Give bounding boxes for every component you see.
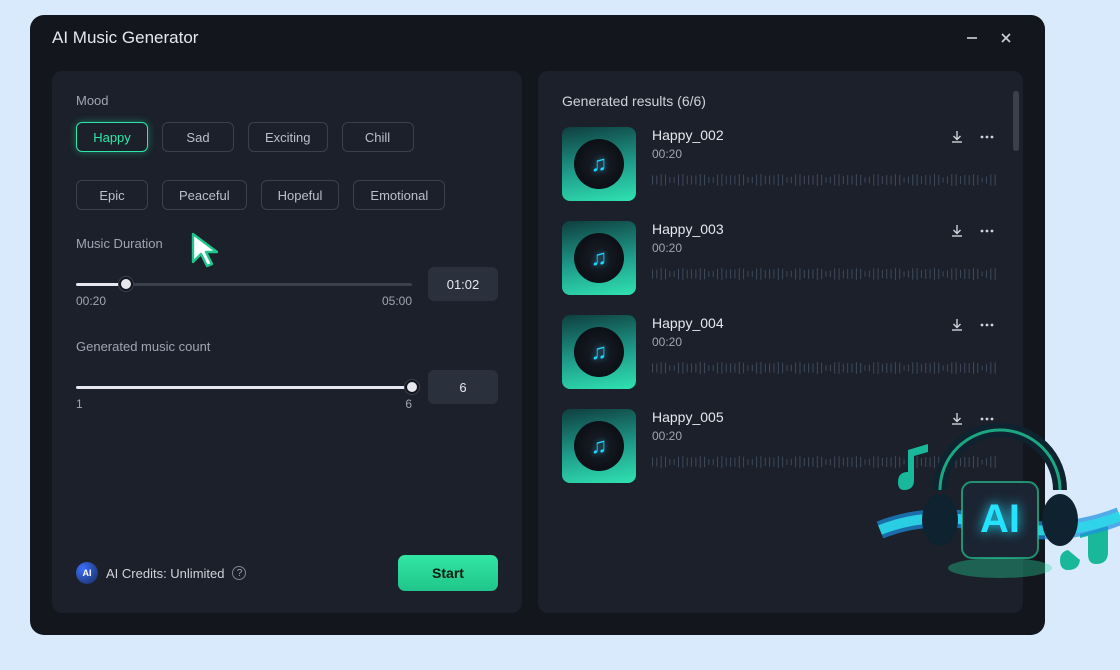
title-bar: AI Music Generator	[30, 15, 1045, 61]
more-icon[interactable]	[979, 129, 995, 145]
download-icon[interactable]	[949, 129, 965, 145]
results-header: Generated results (6/6)	[562, 93, 999, 109]
track-waveform[interactable]	[652, 261, 999, 287]
count-value: 6	[428, 370, 498, 404]
app-window: AI Music Generator Mood Happy Sad Exciting…	[30, 15, 1045, 635]
mood-options: Happy Sad Exciting Chill Epic Peaceful Hopeful…	[76, 122, 498, 210]
track-duration: 00:20	[652, 241, 999, 255]
count-max-label: 6	[405, 397, 412, 411]
music-note-icon: ♫	[591, 151, 608, 177]
mood-option-hopeful[interactable]: Hopeful	[261, 180, 340, 210]
duration-max-label: 05:00	[382, 294, 412, 308]
count-slider[interactable]: 1 6	[76, 375, 412, 399]
credits-label: AI Credits: Unlimited	[106, 566, 224, 581]
mood-option-happy[interactable]: Happy	[76, 122, 148, 152]
track-duration: 00:20	[652, 147, 999, 161]
download-icon[interactable]	[949, 317, 965, 333]
music-note-icon: ♫	[591, 245, 608, 271]
music-note-icon: ♫	[591, 433, 608, 459]
track-waveform[interactable]	[652, 167, 999, 193]
more-icon[interactable]	[979, 317, 995, 333]
track-thumbnail: ♫	[562, 409, 636, 483]
duration-min-label: 00:20	[76, 294, 106, 308]
start-button[interactable]: Start	[398, 555, 498, 591]
credits-info: AI AI Credits: Unlimited ?	[76, 562, 246, 584]
more-icon[interactable]	[979, 223, 995, 239]
track-thumbnail: ♫	[562, 221, 636, 295]
duration-label: Music Duration	[76, 236, 498, 251]
results-list: ♫ Happy_002 00:20 ♫ Happy_003 00:20	[562, 127, 999, 483]
mood-option-peaceful[interactable]: Peaceful	[162, 180, 247, 210]
mood-option-chill[interactable]: Chill	[342, 122, 414, 152]
mood-option-epic[interactable]: Epic	[76, 180, 148, 210]
results-scrollbar[interactable]	[1013, 91, 1019, 593]
track-title: Happy_003	[652, 221, 999, 237]
track-duration: 00:20	[652, 429, 999, 443]
more-icon[interactable]	[979, 411, 995, 427]
settings-panel: Mood Happy Sad Exciting Chill Epic Peaceful Ho…	[52, 71, 522, 613]
mood-option-exciting[interactable]: Exciting	[248, 122, 328, 152]
result-item[interactable]: ♫ Happy_002 00:20	[562, 127, 999, 201]
count-min-label: 1	[76, 397, 83, 411]
mood-option-emotional[interactable]: Emotional	[353, 180, 445, 210]
music-note-icon: ♫	[591, 339, 608, 365]
track-title: Happy_004	[652, 315, 999, 331]
track-waveform[interactable]	[652, 355, 999, 381]
window-title: AI Music Generator	[52, 28, 198, 48]
results-panel: Generated results (6/6) ♫ Happy_002 00:2…	[538, 71, 1023, 613]
track-thumbnail: ♫	[562, 127, 636, 201]
minimize-button[interactable]	[955, 21, 989, 55]
track-thumbnail: ♫	[562, 315, 636, 389]
duration-value: 01:02	[428, 267, 498, 301]
help-icon[interactable]: ?	[232, 566, 246, 580]
ai-badge-icon: AI	[76, 562, 98, 584]
result-item[interactable]: ♫ Happy_005 00:20	[562, 409, 999, 483]
download-icon[interactable]	[949, 411, 965, 427]
track-title: Happy_005	[652, 409, 999, 425]
result-item[interactable]: ♫ Happy_003 00:20	[562, 221, 999, 295]
track-title: Happy_002	[652, 127, 999, 143]
mood-option-sad[interactable]: Sad	[162, 122, 234, 152]
track-duration: 00:20	[652, 335, 999, 349]
result-item[interactable]: ♫ Happy_004 00:20	[562, 315, 999, 389]
close-button[interactable]	[989, 21, 1023, 55]
duration-slider[interactable]: 00:20 05:00	[76, 272, 412, 296]
track-waveform[interactable]	[652, 449, 999, 475]
mood-label: Mood	[76, 93, 498, 108]
count-label: Generated music count	[76, 339, 498, 354]
download-icon[interactable]	[949, 223, 965, 239]
